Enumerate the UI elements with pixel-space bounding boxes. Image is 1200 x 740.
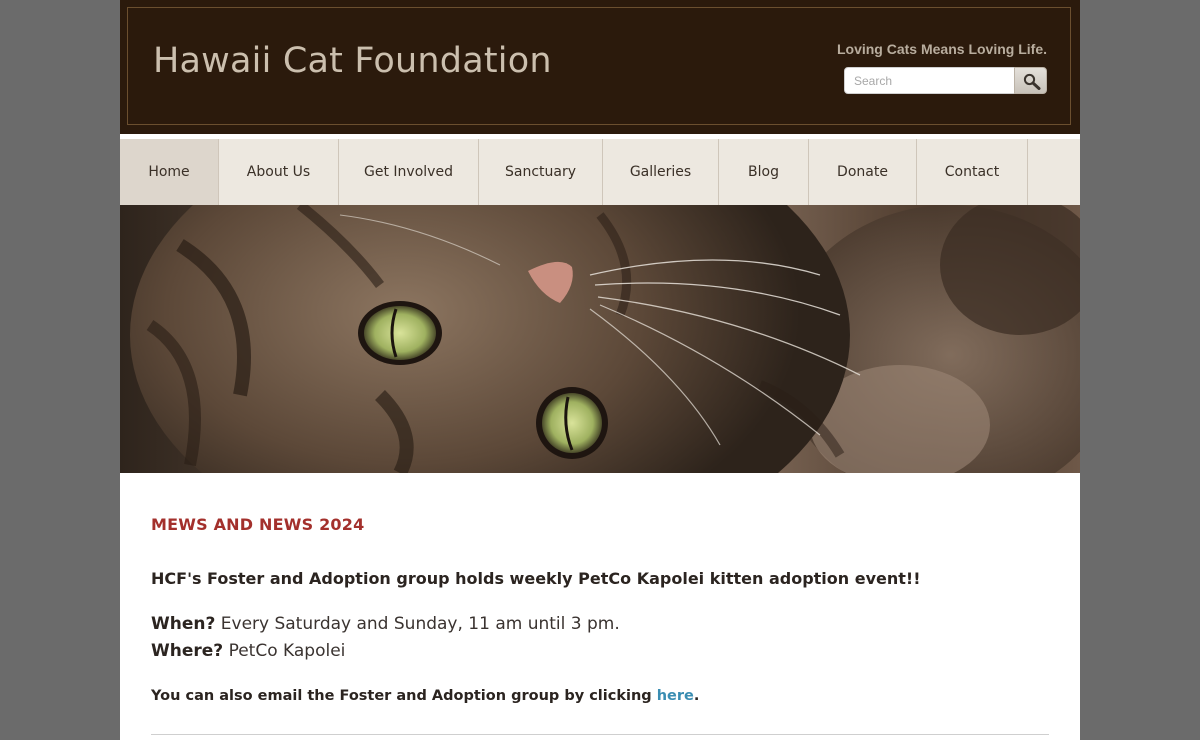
nav-item-get-involved[interactable]: Get Involved xyxy=(339,139,479,205)
email-end: . xyxy=(693,688,700,704)
main-nav: Home About Us Get Involved Sanctuary Gal… xyxy=(120,139,1080,205)
nav-item-blog[interactable]: Blog xyxy=(719,139,809,205)
when-value: Every Saturday and Sunday, 11 am until 3… xyxy=(215,614,620,634)
site-title[interactable]: Hawaii Cat Foundation xyxy=(153,44,552,79)
when-line: When? Every Saturday and Sunday, 11 am u… xyxy=(151,614,620,634)
email-here-link[interactable]: here xyxy=(657,688,694,704)
where-value: PetCo Kapolei xyxy=(223,641,346,661)
where-label: Where? xyxy=(151,641,224,661)
when-label: When? xyxy=(151,614,216,634)
nav-item-home[interactable]: Home xyxy=(120,139,219,205)
site-header: Hawaii Cat Foundation Loving Cats Means … xyxy=(120,0,1080,134)
search-icon xyxy=(1023,73,1041,90)
event-headline: HCF's Foster and Adoption group holds we… xyxy=(151,569,921,588)
nav-item-donate[interactable]: Donate xyxy=(809,139,917,205)
page: Hawaii Cat Foundation Loving Cats Means … xyxy=(120,0,1080,740)
nav-item-contact[interactable]: Contact xyxy=(917,139,1028,205)
nav-item-galleries[interactable]: Galleries xyxy=(603,139,719,205)
email-text: You can also email the Foster and Adopti… xyxy=(151,688,657,704)
search-box xyxy=(844,67,1047,94)
news-heading: MEWS AND NEWS 2024 xyxy=(151,515,365,534)
search-input[interactable] xyxy=(844,67,1015,94)
where-line: Where? PetCo Kapolei xyxy=(151,641,345,661)
email-line: You can also email the Foster and Adopti… xyxy=(151,688,699,704)
site-tagline: Loving Cats Means Loving Life. xyxy=(836,41,1047,57)
news-content: MEWS AND NEWS 2024 HCF's Foster and Adop… xyxy=(151,515,1049,704)
hero-cat-image xyxy=(120,205,1080,473)
content-divider xyxy=(151,734,1049,735)
nav-item-sanctuary[interactable]: Sanctuary xyxy=(479,139,603,205)
nav-item-about-us[interactable]: About Us xyxy=(219,139,339,205)
search-button[interactable] xyxy=(1014,67,1047,94)
cat-photo xyxy=(120,205,1080,473)
